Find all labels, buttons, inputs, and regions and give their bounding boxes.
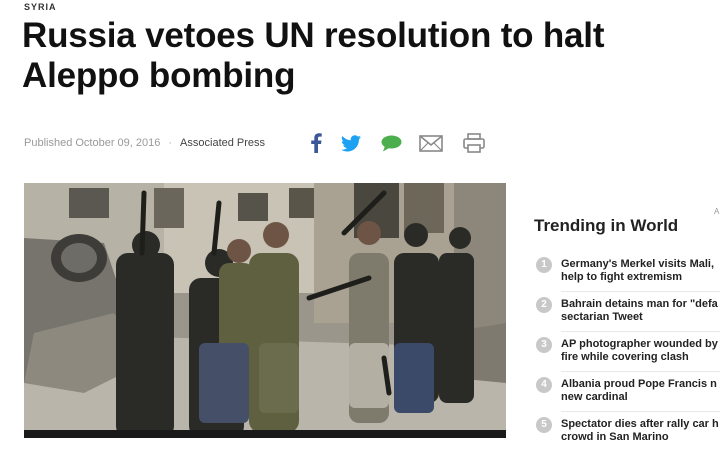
trending-item[interactable]: 3 AP photographer wounded by fire while … [534,336,720,370]
divider [561,371,720,372]
byline: Published October 09, 2016 · Associated Pr… [24,137,265,149]
published-date: Published October 09, 2016 [24,137,161,149]
trending-item[interactable]: 4 Albania proud Pope Francis n new cardi… [534,376,720,410]
trending-rank: 4 [536,377,552,393]
comment-share-button[interactable] [379,130,403,156]
section-label[interactable]: SYRIA [24,2,57,12]
trending-item[interactable]: 5 Spectator dies after rally car h crowd… [534,416,720,450]
trending-headline[interactable]: Albania proud Pope Francis n new cardina… [561,378,720,406]
facebook-share-button[interactable] [305,130,327,156]
print-icon [463,133,485,153]
trending-rank: 5 [536,417,552,433]
trending-title: Trending in World [534,216,679,235]
divider [561,331,720,332]
twitter-share-button[interactable] [339,130,363,156]
facebook-icon [311,133,322,153]
twitter-icon [341,134,361,151]
trending-rank: 1 [536,257,552,273]
trending-sidebar: Trending in World 1 Germany's Merkel vis… [534,216,720,443]
trending-headline[interactable]: Spectator dies after rally car h crowd i… [561,418,720,446]
trending-headline[interactable]: AP photographer wounded by fire while co… [561,338,720,366]
email-share-button[interactable] [418,130,444,156]
article-photo [24,183,506,438]
ad-marker: A [714,207,720,216]
trending-item[interactable]: 2 Bahrain detains man for "defa sectaria… [534,296,720,330]
email-icon [419,134,443,152]
print-button[interactable] [462,130,486,156]
trending-headline[interactable]: Bahrain detains man for "defa sectarian … [561,298,720,326]
trending-headline[interactable]: Germany's Merkel visits Mali, help to fi… [561,258,720,286]
trending-rank: 3 [536,337,552,353]
trending-rank: 2 [536,297,552,313]
divider [561,411,720,412]
trending-item[interactable]: 1 Germany's Merkel visits Mali, help to … [534,256,720,290]
comment-icon [381,135,401,151]
byline-separator: · [168,137,173,149]
article-headline: Russia vetoes UN resolution to halt Alep… [22,16,605,95]
article-source[interactable]: Associated Press [180,137,265,149]
divider [561,291,720,292]
